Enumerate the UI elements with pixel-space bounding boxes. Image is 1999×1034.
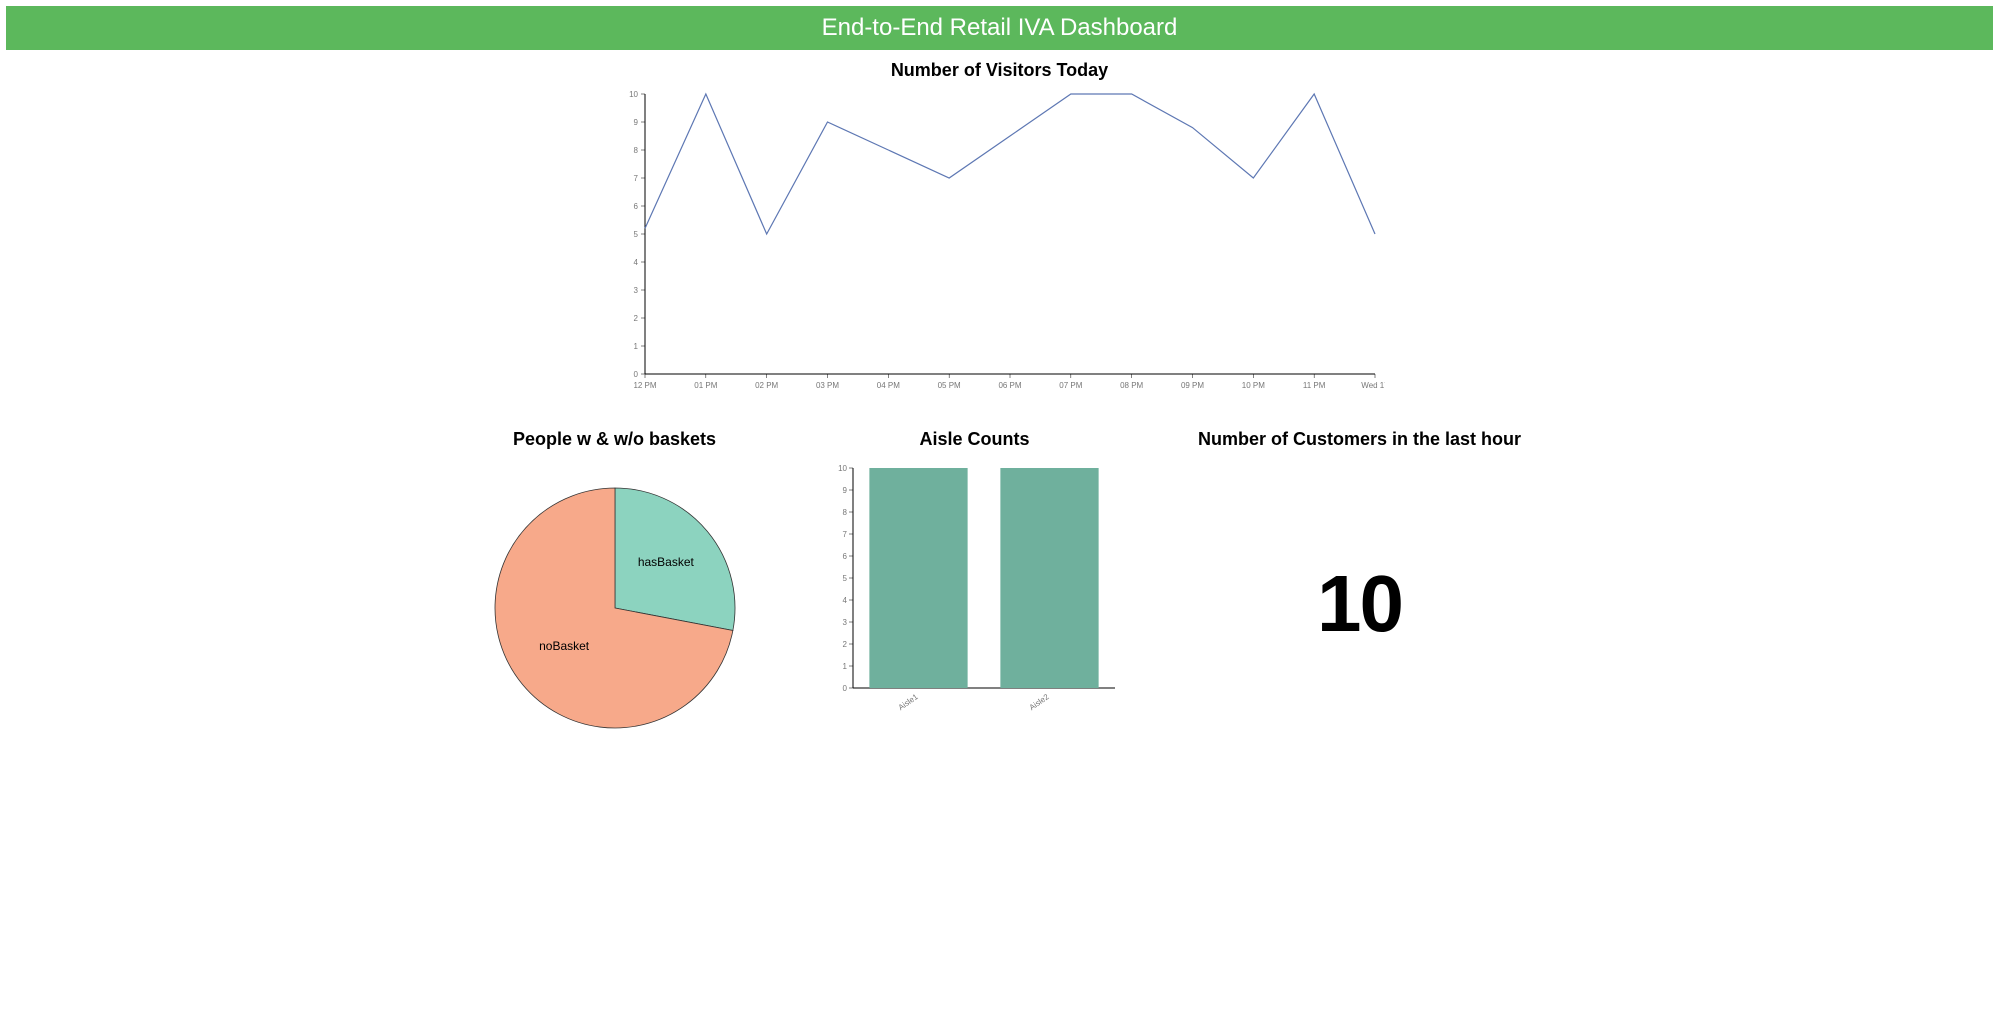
svg-text:5: 5 [633, 230, 638, 239]
svg-text:1: 1 [633, 342, 638, 351]
page-title: End-to-End Retail IVA Dashboard [822, 14, 1178, 41]
svg-text:Aisle2: Aisle2 [1027, 692, 1050, 712]
svg-text:5: 5 [842, 574, 847, 583]
svg-text:1: 1 [842, 662, 847, 671]
svg-text:3: 3 [633, 286, 638, 295]
svg-text:04 PM: 04 PM [876, 381, 899, 390]
svg-text:0: 0 [633, 370, 638, 379]
svg-text:7: 7 [633, 174, 638, 183]
svg-text:3: 3 [842, 618, 847, 627]
svg-text:6: 6 [842, 552, 847, 561]
svg-text:01 PM: 01 PM [694, 381, 717, 390]
svg-text:11 PM: 11 PM [1302, 381, 1325, 390]
lasthour-value: 10 [1317, 558, 1402, 650]
svg-text:hasBasket: hasBasket [637, 555, 694, 569]
dashboard-body: Number of Visitors Today 01234567891012 … [0, 56, 1999, 758]
aisle-bar-chart: 0 1 2 3 4 5 6 7 8 9 10 Aisle1 Aisle2 [825, 458, 1125, 718]
svg-text:08 PM: 08 PM [1120, 381, 1143, 390]
svg-text:12 PM: 12 PM [633, 381, 656, 390]
svg-text:8: 8 [842, 508, 847, 517]
svg-text:07 PM: 07 PM [1059, 381, 1082, 390]
svg-text:06 PM: 06 PM [998, 381, 1021, 390]
svg-text:02 PM: 02 PM [755, 381, 778, 390]
baskets-chart-title: People w & w/o baskets [513, 429, 716, 450]
svg-text:09 PM: 09 PM [1180, 381, 1203, 390]
visitors-chart-title: Number of Visitors Today [615, 60, 1385, 81]
svg-text:10: 10 [629, 90, 638, 99]
page-header: End-to-End Retail IVA Dashboard [6, 6, 1993, 50]
svg-text:10 PM: 10 PM [1241, 381, 1264, 390]
svg-text:2: 2 [842, 640, 847, 649]
svg-text:2: 2 [633, 314, 638, 323]
baskets-panel: People w & w/o baskets hasBasket noBasket [465, 429, 765, 758]
lasthour-panel: Number of Customers in the last hour 10 [1185, 429, 1535, 758]
svg-text:05 PM: 05 PM [937, 381, 960, 390]
svg-text:9: 9 [842, 486, 847, 495]
baskets-pie-chart: hasBasket noBasket [465, 458, 765, 758]
svg-text:03 PM: 03 PM [815, 381, 838, 390]
svg-text:4: 4 [842, 596, 847, 605]
svg-text:10: 10 [838, 464, 847, 473]
aisle-panel: Aisle Counts 0 1 2 3 4 5 6 7 8 9 10 Aisle1 Aisle2 [825, 429, 1125, 758]
svg-text:4: 4 [633, 258, 638, 267]
svg-text:noBasket: noBasket [539, 639, 590, 653]
svg-text:Wed 17: Wed 17 [1361, 381, 1385, 390]
visitors-line-chart: 0 1 2 3 4 5 6 7 8 9 10 12 PM 01 PM 02 PM 03 PM 04 PM 05 … [615, 89, 1385, 399]
lasthour-title: Number of Customers in the last hour [1198, 429, 1521, 450]
svg-text:9: 9 [633, 118, 638, 127]
bottom-row: People w & w/o baskets hasBasket noBasket… [0, 429, 1999, 758]
svg-text:0: 0 [842, 684, 847, 693]
svg-text:7: 7 [842, 530, 847, 539]
visitors-section: Number of Visitors Today 0 1 2 3 4 5 6 7 8 9 10 12 … [615, 60, 1385, 399]
svg-text:Aisle1: Aisle1 [896, 692, 919, 712]
svg-text:6: 6 [633, 202, 638, 211]
aisle-chart-title: Aisle Counts [919, 429, 1029, 450]
svg-text:8: 8 [633, 146, 638, 155]
